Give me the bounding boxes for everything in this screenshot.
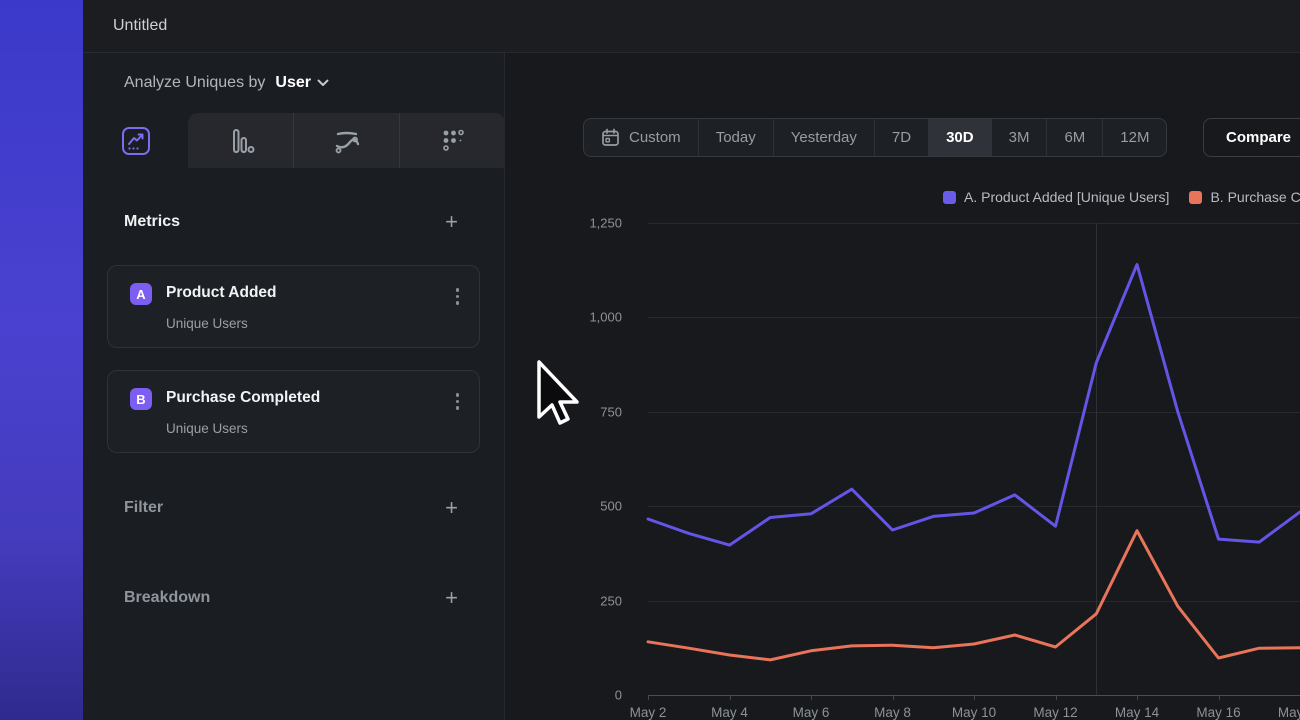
- analyze-row: Analyze Uniques by User: [83, 53, 505, 113]
- daterange-label: Today: [716, 129, 756, 146]
- grid-dots-icon: [438, 126, 468, 156]
- daterange-label: 12M: [1120, 129, 1149, 146]
- metric-measure[interactable]: Unique Users: [166, 316, 248, 331]
- query-sidebar: Analyze Uniques by User: [83, 53, 505, 720]
- report-title[interactable]: Untitled: [113, 17, 167, 35]
- x-tick-label: May 14: [1115, 705, 1159, 720]
- legend-item-b[interactable]: B. Purchase Completed [Unique Users]: [1189, 189, 1300, 205]
- daterange-6m[interactable]: 6M: [1046, 119, 1102, 156]
- x-tick-label: May 8: [874, 705, 911, 720]
- daterange-label: Custom: [629, 129, 681, 146]
- tab-bar-chart[interactable]: [188, 113, 293, 168]
- x-tick-label: May 18: [1278, 705, 1300, 720]
- compare-button[interactable]: Compare: [1203, 118, 1300, 157]
- legend-item-a[interactable]: A. Product Added [Unique Users]: [943, 189, 1169, 205]
- daterange-label: 3M: [1009, 129, 1030, 146]
- x-tick: [1137, 695, 1138, 700]
- chart-legend: A. Product Added [Unique Users] B. Purch…: [943, 189, 1300, 205]
- metric-card-b[interactable]: B Purchase Completed Unique Users: [107, 370, 480, 453]
- legend-swatch-orange: [1189, 191, 1202, 204]
- metric-card-a[interactable]: A Product Added Unique Users: [107, 265, 480, 348]
- x-tick: [974, 695, 975, 700]
- x-tick-label: May 2: [630, 705, 667, 720]
- metric-name[interactable]: Product Added: [166, 284, 277, 302]
- chart-panel: Custom Today Yesterday 7D 30D 3M 6M 12M …: [505, 53, 1300, 720]
- chart-type-tabs: [83, 113, 505, 168]
- x-tick-label: May 12: [1033, 705, 1077, 720]
- line-chart-plot: May 2 May 4 May 6 May 8 May 10 May 12 Ma…: [648, 223, 1300, 695]
- x-tick-label: May 6: [793, 705, 830, 720]
- metric-measure[interactable]: Unique Users: [166, 421, 248, 436]
- analyze-label: Analyze Uniques by: [124, 74, 265, 92]
- chart-type-tab-group: [188, 113, 505, 168]
- daterange-label: 30D: [946, 129, 974, 146]
- x-tick-label: May 16: [1196, 705, 1240, 720]
- x-tick-label: May 10: [952, 705, 996, 720]
- add-breakdown-button[interactable]: +: [445, 587, 458, 609]
- filter-row: Filter +: [124, 497, 458, 519]
- analyze-by-dropdown[interactable]: User: [275, 74, 329, 92]
- x-tick: [730, 695, 731, 700]
- x-tick: [648, 695, 649, 700]
- y-tick-label: 250: [512, 593, 622, 608]
- y-tick-label: 0: [512, 688, 622, 703]
- tab-line-chart[interactable]: [83, 113, 188, 168]
- daterange-3m[interactable]: 3M: [991, 119, 1047, 156]
- tab-flow[interactable]: [293, 113, 399, 168]
- date-range-control: Custom Today Yesterday 7D 30D 3M 6M 12M: [583, 118, 1167, 157]
- daterange-today[interactable]: Today: [698, 119, 773, 156]
- daterange-custom[interactable]: Custom: [584, 119, 698, 156]
- flow-icon: [332, 126, 362, 156]
- y-tick-label: 1,000: [512, 310, 622, 325]
- daterange-30d[interactable]: 30D: [928, 119, 991, 156]
- legend-label: B. Purchase Completed [Unique Users]: [1210, 189, 1300, 205]
- y-tick-label: 750: [512, 404, 622, 419]
- x-tick: [893, 695, 894, 700]
- x-tick-label: May 4: [711, 705, 748, 720]
- x-tick: [811, 695, 812, 700]
- x-tick: [1219, 695, 1220, 700]
- calendar-icon: [601, 128, 620, 147]
- daterange-label: Yesterday: [791, 129, 857, 146]
- top-bar: Untitled: [83, 0, 1300, 53]
- add-filter-button[interactable]: +: [445, 497, 458, 519]
- y-tick-label: 500: [512, 499, 622, 514]
- metric-name[interactable]: Purchase Completed: [166, 389, 320, 407]
- daterange-12m[interactable]: 12M: [1102, 119, 1166, 156]
- metrics-header-row: Metrics +: [124, 211, 458, 233]
- chart-series-svg: [648, 223, 1300, 695]
- daterange-yesterday[interactable]: Yesterday: [773, 119, 874, 156]
- kebab-menu-icon[interactable]: [456, 288, 460, 305]
- analyze-by-value: User: [275, 74, 311, 92]
- legend-swatch-purple: [943, 191, 956, 204]
- brand-gradient-strip: [0, 0, 83, 720]
- daterange-7d[interactable]: 7D: [874, 119, 928, 156]
- chevron-down-icon: [317, 79, 329, 87]
- metrics-heading: Metrics: [124, 213, 180, 231]
- y-tick-label: 1,250: [512, 216, 622, 231]
- daterange-label: 6M: [1064, 129, 1085, 146]
- filter-heading: Filter: [124, 499, 163, 517]
- breakdown-heading: Breakdown: [124, 589, 210, 607]
- x-tick: [1056, 695, 1057, 700]
- bar-chart-icon: [226, 126, 256, 156]
- metric-letter-badge: A: [130, 283, 152, 305]
- line-chart-icon: [120, 125, 152, 157]
- daterange-label: 7D: [892, 129, 911, 146]
- tab-retention-grid[interactable]: [399, 113, 505, 168]
- legend-label: A. Product Added [Unique Users]: [964, 189, 1169, 205]
- metric-letter-badge: B: [130, 388, 152, 410]
- kebab-menu-icon[interactable]: [456, 393, 460, 410]
- breakdown-row: Breakdown +: [124, 587, 458, 609]
- add-metric-button[interactable]: +: [445, 211, 458, 233]
